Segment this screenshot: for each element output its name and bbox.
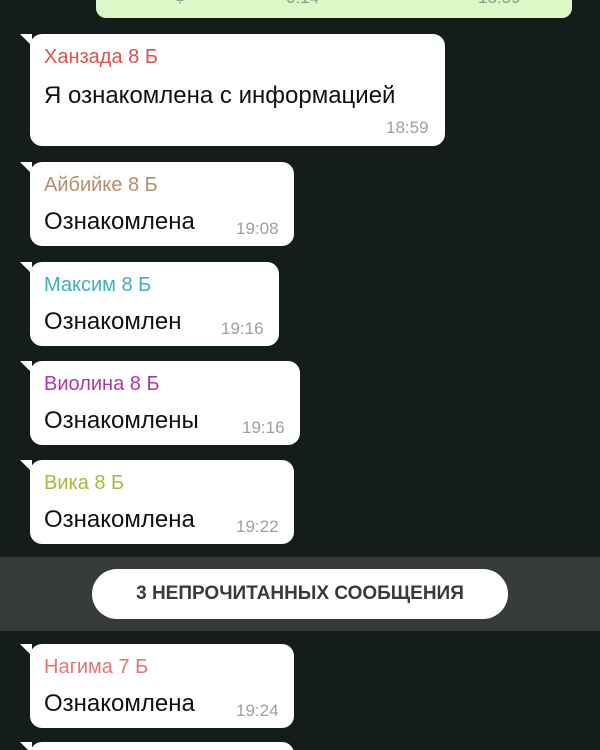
message-text: Ознакомлена — [44, 690, 195, 717]
message-time: 18:59 — [386, 118, 429, 137]
sender-name: Ханзада 8 Б — [44, 46, 158, 68]
message-time: 19:16 — [221, 319, 264, 338]
message-text: Ознакомлены — [44, 407, 199, 434]
check-icon — [528, 0, 546, 6]
message-text: Ознакомлена — [44, 506, 195, 533]
sender-name: Вика 8 Б — [44, 472, 125, 494]
unread-divider: 3 НЕПРОЧИТАННЫХ СООБЩЕНИЯ — [0, 557, 600, 631]
outgoing-voice-message[interactable]: + 0:14 18:59 — [96, 0, 572, 18]
message-time: 19:16 — [242, 418, 285, 437]
voice-duration: 0:14 — [286, 0, 319, 8]
message-bubble[interactable]: Вика 8 Б Ознакомлена 19:22 — [20, 460, 294, 544]
chat-area[interactable]: + 0:14 18:59 Ханзада 8 Б Я ознакомлена с… — [0, 0, 600, 750]
unread-messages-badge: 3 НЕПРОЧИТАННЫХ СООБЩЕНИЯ — [92, 569, 508, 619]
message-text: Я ознакомлена с информацией — [44, 82, 396, 109]
message-time: 19:24 — [236, 701, 279, 720]
sender-name: Виолина 8 Б — [44, 373, 160, 395]
message-time: 19:08 — [236, 219, 279, 238]
message-text: Ознакомлен — [44, 308, 182, 335]
message-bubble[interactable]: Виолина 8 Б Ознакомлены 19:16 — [20, 361, 300, 445]
message-text: Ознакомлена — [44, 208, 195, 235]
message-bubble[interactable]: Ханзада 8 Б Я ознакомлена с информацией … — [20, 34, 445, 146]
sender-name: Максим 8 Б — [44, 274, 152, 296]
message-bubble[interactable]: Максим 8 Б Ознакомлен 19:16 — [20, 262, 279, 346]
sender-name: Нагима 7 Б — [44, 656, 149, 678]
sender-name: Айбийке 8 Б — [44, 174, 158, 196]
message-time: 19:22 — [236, 517, 279, 536]
message-bubble[interactable] — [20, 742, 294, 750]
message-bubble[interactable]: Нагима 7 Б Ознакомлена 19:24 — [20, 644, 294, 728]
message-bubble[interactable]: Айбийке 8 Б Ознакомлена 19:08 — [20, 162, 294, 246]
message-time: 18:59 — [478, 0, 521, 8]
mic-icon: + — [176, 0, 185, 8]
